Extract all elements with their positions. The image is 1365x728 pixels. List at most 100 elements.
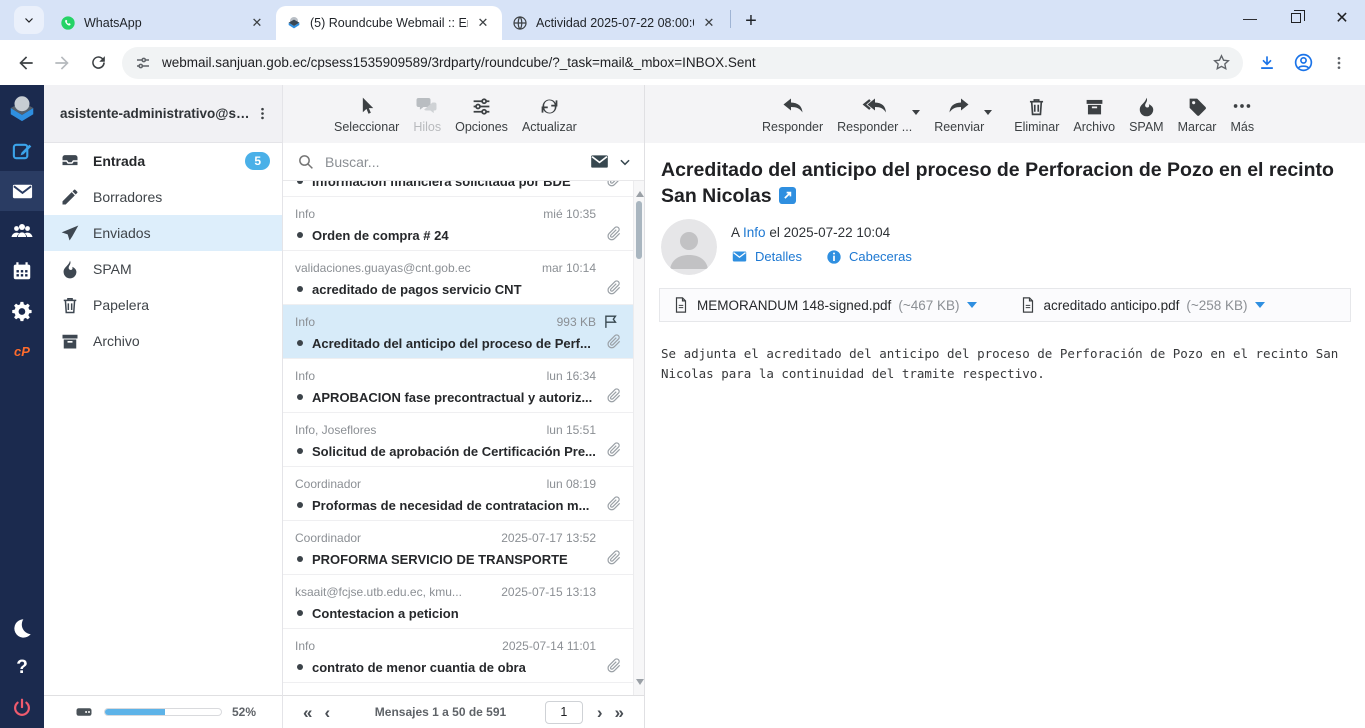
paper-plane-icon (60, 223, 80, 243)
scrollbar-thumb[interactable] (636, 201, 642, 259)
page-number-input[interactable] (545, 701, 583, 724)
storage-disk-icon (74, 702, 94, 722)
reload-button[interactable] (80, 45, 116, 81)
folder-enviados[interactable]: Enviados (44, 215, 282, 251)
message-row[interactable]: Info993 KBAcreditado del anticipo del pr… (283, 305, 644, 359)
rail-darkmode-button[interactable] (0, 608, 44, 648)
close-button[interactable]: ✕ (1319, 0, 1365, 36)
bookmark-star-icon[interactable] (1212, 53, 1231, 72)
prev-page-button[interactable]: ‹ (318, 704, 336, 721)
options-button[interactable]: Opciones (448, 94, 515, 134)
search-input[interactable] (325, 154, 589, 170)
roundcube-logo[interactable] (7, 93, 37, 123)
message-sender: Info (295, 207, 535, 221)
flag-icon[interactable] (602, 313, 619, 330)
delete-button[interactable]: Eliminar (1007, 94, 1066, 134)
search-options-chevron-icon[interactable] (618, 155, 632, 169)
tab-actividad[interactable]: Actividad 2025-07-22 08:00:00 ✕ (502, 6, 728, 40)
downloads-button[interactable] (1249, 45, 1285, 81)
url-input[interactable] (162, 55, 1212, 70)
message-row[interactable]: Coordinador2025-07-17 13:52PROFORMA SERV… (283, 521, 644, 575)
roundcube-app: cP ? asistente-administrativo@sa... Entr… (0, 85, 1365, 728)
folder-spam[interactable]: SPAM (44, 251, 282, 287)
recipient-link[interactable]: Info (743, 225, 766, 240)
details-link[interactable]: Detalles (755, 249, 802, 264)
back-button[interactable] (8, 45, 44, 81)
tab-title: Actividad 2025-07-22 08:00:00 (536, 16, 694, 30)
list-scrollbar[interactable] (633, 181, 644, 695)
folder-borradores[interactable]: Borradores (44, 179, 282, 215)
headers-link[interactable]: Cabeceras (849, 249, 912, 264)
search-scope-mail-icon[interactable] (589, 151, 610, 172)
forward-button[interactable] (44, 45, 80, 81)
last-page-button[interactable]: » (609, 704, 630, 721)
folder-entrada[interactable]: Entrada 5 (44, 143, 282, 179)
open-in-new-window-icon[interactable] (779, 187, 796, 204)
reply-all-button[interactable]: Responder ... (830, 94, 919, 134)
refresh-button[interactable]: Actualizar (515, 94, 584, 134)
scroll-down-icon[interactable] (636, 679, 644, 689)
unread-dot-icon (297, 610, 303, 616)
message-row[interactable]: Info2025-07-14 11:01contrato de menor cu… (283, 629, 644, 683)
url-bar[interactable] (122, 47, 1243, 79)
inbox-icon (60, 151, 80, 171)
spam-button[interactable]: SPAM (1122, 94, 1171, 134)
attachment-item[interactable]: acreditado anticipo.pdf (~258 KB) (1019, 296, 1265, 314)
rail-compose-button[interactable] (0, 131, 44, 171)
message-row[interactable]: Info, Josefloreslun 15:51Solicitud de ap… (283, 413, 644, 467)
rail-contacts-button[interactable] (0, 211, 44, 251)
message-subject: Acreditado del anticipo del proceso de P… (645, 143, 1361, 209)
tab-roundcube[interactable]: (5) Roundcube Webmail :: Envia ✕ (276, 6, 502, 40)
rail-logout-button[interactable] (0, 688, 44, 728)
unread-dot-icon (297, 394, 303, 400)
rail-settings-button[interactable] (0, 291, 44, 331)
rail-help-button[interactable]: ? (0, 648, 44, 688)
attachment-menu-caret-icon[interactable] (1255, 302, 1265, 313)
profile-button[interactable] (1285, 45, 1321, 81)
more-button[interactable]: Más (1223, 94, 1261, 134)
message-row[interactable]: validaciones.guayas@cnt.gob.ecmar 10:14a… (283, 251, 644, 305)
attachment-menu-caret-icon[interactable] (967, 302, 977, 313)
message-row[interactable]: Infomié 10:35Orden de compra # 24 (283, 197, 644, 251)
threads-button[interactable]: Hilos (406, 94, 448, 134)
site-settings-icon[interactable] (134, 54, 152, 72)
scroll-up-icon[interactable] (636, 187, 644, 197)
tab-close-icon[interactable]: ✕ (248, 14, 266, 32)
new-tab-button[interactable]: + (737, 7, 765, 35)
message-row[interactable]: Información financiera solicitada por BD… (283, 181, 644, 197)
mark-button[interactable]: Marcar (1171, 94, 1224, 134)
tab-search-button[interactable] (14, 6, 44, 34)
reply-button[interactable]: Responder (755, 94, 830, 134)
rail-mail-button[interactable] (0, 171, 44, 211)
restore-button[interactable] (1273, 0, 1319, 36)
rail-cpanel-button[interactable]: cP (0, 331, 44, 371)
dropdown-caret-icon[interactable] (912, 110, 920, 119)
pagination-bar: « ‹ Mensajes 1 a 50 de 591 › » (283, 695, 644, 728)
next-page-button[interactable]: › (591, 704, 609, 721)
tab-close-icon[interactable]: ✕ (474, 14, 492, 32)
account-email: asistente-administrativo@sa... (60, 106, 250, 121)
tab-close-icon[interactable]: ✕ (700, 14, 718, 32)
window-controls: — ✕ (1227, 0, 1365, 36)
message-row[interactable]: Maria del Rocio Santos Si...2025-07-11 1… (283, 683, 644, 695)
archive-button[interactable]: Archivo (1066, 94, 1122, 134)
message-row[interactable]: Infolun 16:34APROBACION fase precontract… (283, 359, 644, 413)
forward-button[interactable]: Reenviar (927, 94, 991, 134)
browser-menu-button[interactable] (1321, 45, 1357, 81)
message-row[interactable]: ksaait@fcjse.utb.edu.ec, kmu...2025-07-1… (283, 575, 644, 629)
message-subject: acreditado de pagos servicio CNT (312, 282, 604, 297)
folder-archivo[interactable]: Archivo (44, 323, 282, 359)
rail-calendar-button[interactable] (0, 251, 44, 291)
first-page-button[interactable]: « (297, 704, 318, 721)
reload-icon (89, 53, 108, 72)
tab-whatsapp[interactable]: WhatsApp ✕ (50, 6, 276, 40)
message-date: 2025-07-14 11:01 (502, 639, 596, 653)
attachment-item[interactable]: MEMORANDUM 148-signed.pdf (~467 KB) (672, 296, 977, 314)
account-header[interactable]: asistente-administrativo@sa... (44, 85, 282, 143)
dropdown-caret-icon[interactable] (984, 110, 992, 119)
message-row[interactable]: Coordinadorlun 08:19Proformas de necesid… (283, 467, 644, 521)
minimize-button[interactable]: — (1227, 0, 1273, 36)
account-menu-button[interactable] (250, 106, 274, 121)
select-button[interactable]: Seleccionar (327, 94, 406, 134)
folder-papelera[interactable]: Papelera (44, 287, 282, 323)
